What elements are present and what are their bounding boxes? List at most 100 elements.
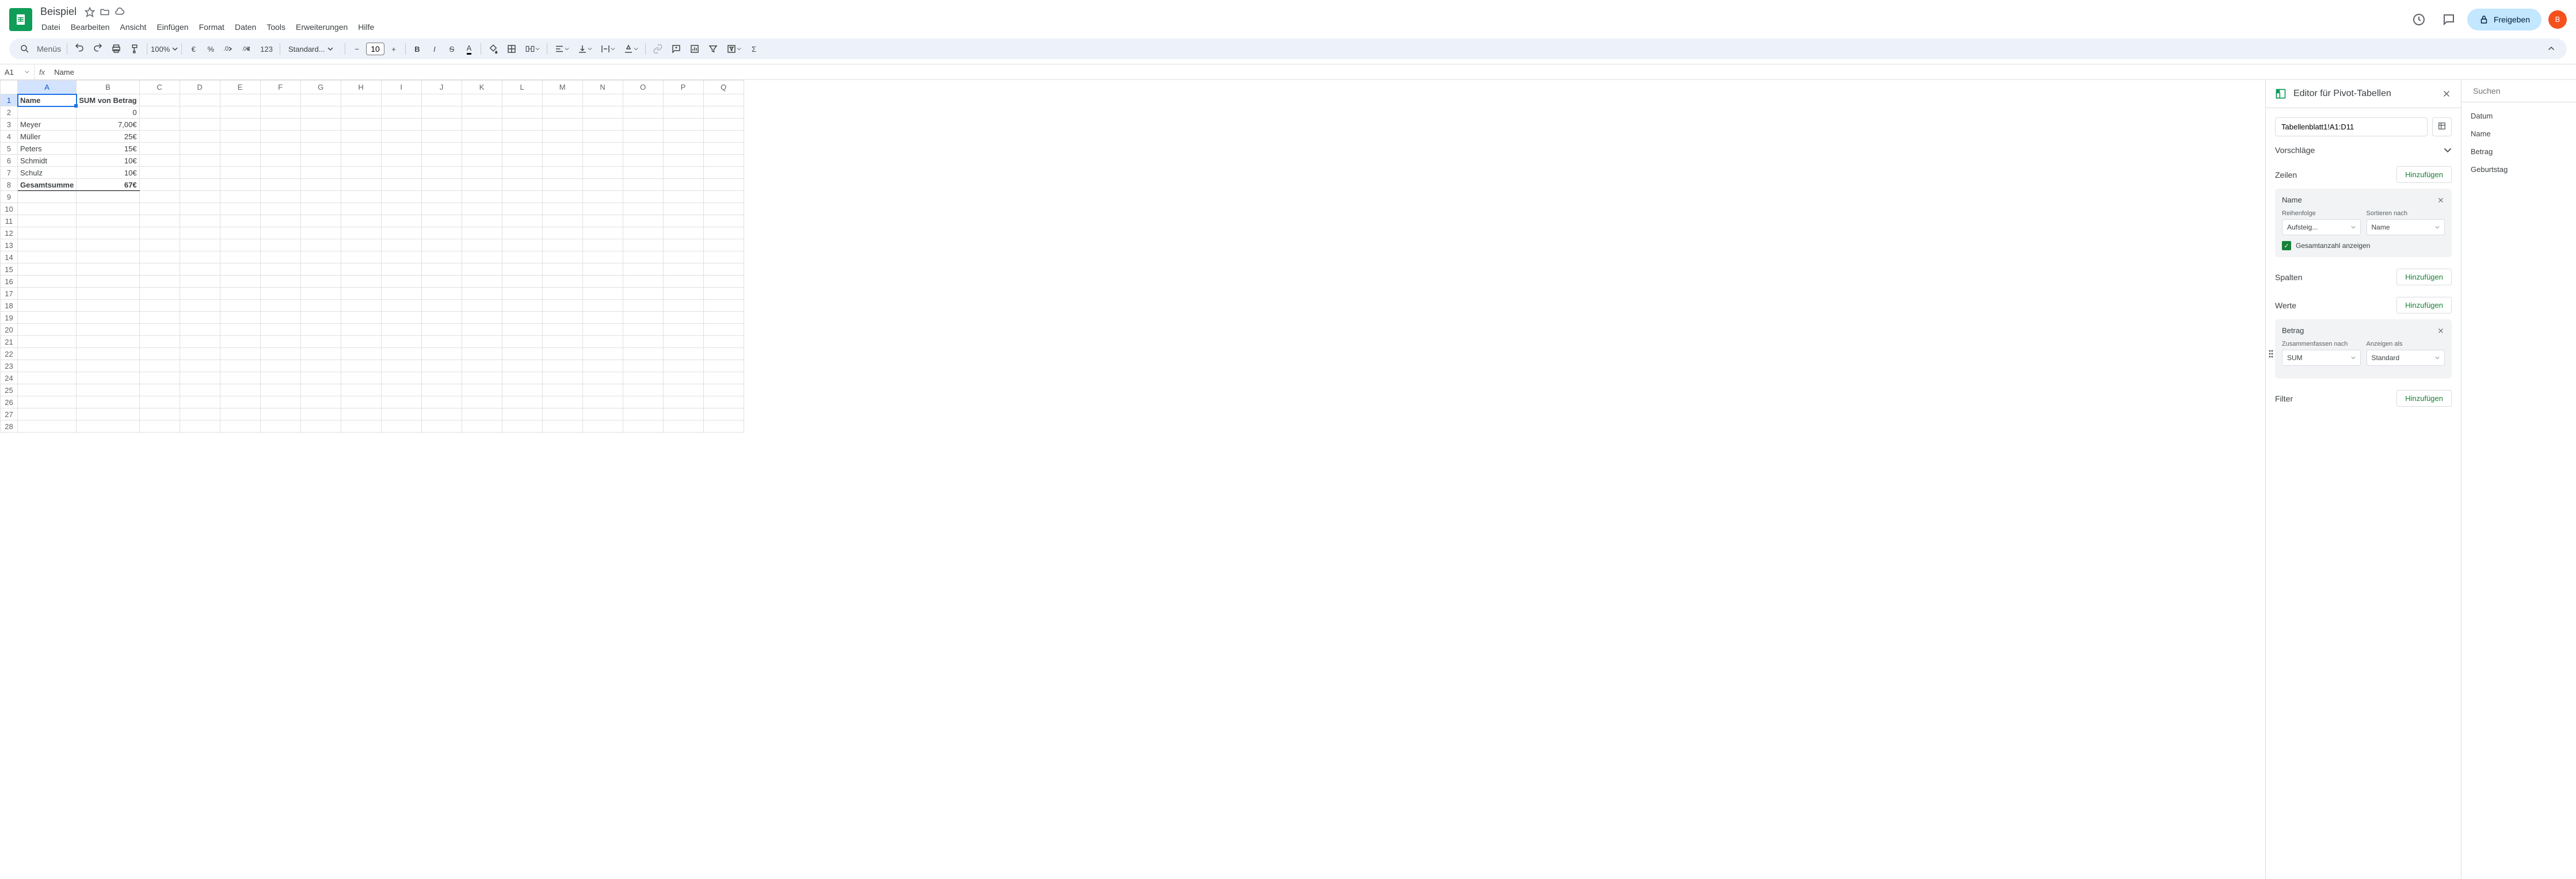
- cell[interactable]: [180, 119, 220, 131]
- cell[interactable]: [663, 276, 703, 288]
- cell[interactable]: [703, 288, 744, 300]
- cell[interactable]: [381, 131, 421, 143]
- row-header[interactable]: 12: [1, 227, 18, 239]
- cell[interactable]: [623, 324, 663, 336]
- close-pivot-button[interactable]: [2441, 89, 2452, 99]
- cell[interactable]: [623, 360, 663, 372]
- cell[interactable]: [502, 312, 542, 324]
- cell[interactable]: [300, 336, 341, 348]
- column-header[interactable]: C: [139, 81, 180, 94]
- cell[interactable]: [381, 119, 421, 131]
- paint-format-button[interactable]: [126, 41, 143, 57]
- cell[interactable]: [300, 215, 341, 227]
- cell[interactable]: [623, 408, 663, 421]
- cell[interactable]: [703, 324, 744, 336]
- cell[interactable]: [502, 300, 542, 312]
- cell[interactable]: [139, 360, 180, 372]
- cell[interactable]: [703, 179, 744, 191]
- cell[interactable]: [260, 227, 300, 239]
- cell[interactable]: [300, 360, 341, 372]
- spreadsheet-grid[interactable]: ABCDEFGHIJKLMNOPQ1NameSUM von Betrag203M…: [0, 80, 2265, 879]
- cell[interactable]: [77, 203, 139, 215]
- cell[interactable]: [542, 324, 582, 336]
- cell[interactable]: [260, 131, 300, 143]
- cell[interactable]: [462, 312, 502, 324]
- cell[interactable]: [663, 131, 703, 143]
- cell[interactable]: [663, 106, 703, 119]
- column-header[interactable]: F: [260, 81, 300, 94]
- cell[interactable]: [180, 372, 220, 384]
- cell[interactable]: [502, 131, 542, 143]
- cell[interactable]: [381, 191, 421, 203]
- history-icon[interactable]: [2407, 8, 2430, 31]
- cell[interactable]: [381, 288, 421, 300]
- text-rotation-button[interactable]: [620, 41, 642, 57]
- cell[interactable]: [623, 143, 663, 155]
- name-box[interactable]: A1: [0, 64, 35, 79]
- cell[interactable]: Name: [18, 94, 77, 106]
- cell[interactable]: [300, 167, 341, 179]
- cell[interactable]: [502, 119, 542, 131]
- cell[interactable]: [341, 276, 381, 288]
- cell[interactable]: [77, 421, 139, 433]
- cell[interactable]: [703, 396, 744, 408]
- cell[interactable]: [542, 360, 582, 372]
- cell[interactable]: [260, 143, 300, 155]
- display-as-select[interactable]: Standard: [2367, 350, 2445, 366]
- cell[interactable]: [260, 360, 300, 372]
- cell[interactable]: [462, 251, 502, 263]
- cell[interactable]: [703, 336, 744, 348]
- cell[interactable]: [421, 408, 462, 421]
- cell[interactable]: [502, 288, 542, 300]
- cell[interactable]: [663, 360, 703, 372]
- cell[interactable]: [139, 421, 180, 433]
- column-header[interactable]: O: [623, 81, 663, 94]
- cell[interactable]: [421, 106, 462, 119]
- cell[interactable]: [139, 251, 180, 263]
- cell[interactable]: [260, 119, 300, 131]
- cell[interactable]: [180, 421, 220, 433]
- cell[interactable]: [502, 408, 542, 421]
- menu-datei[interactable]: Datei: [37, 20, 65, 34]
- cell[interactable]: [341, 288, 381, 300]
- cell[interactable]: [77, 239, 139, 251]
- cell[interactable]: [220, 324, 260, 336]
- cell[interactable]: [381, 179, 421, 191]
- cell[interactable]: [260, 336, 300, 348]
- cell[interactable]: [462, 155, 502, 167]
- cell[interactable]: [462, 396, 502, 408]
- cell[interactable]: [18, 324, 77, 336]
- cell[interactable]: [180, 360, 220, 372]
- cell[interactable]: [77, 384, 139, 396]
- cell[interactable]: [300, 155, 341, 167]
- cell[interactable]: [502, 167, 542, 179]
- cell[interactable]: [542, 179, 582, 191]
- menu-format[interactable]: Format: [195, 20, 229, 34]
- cell[interactable]: [502, 239, 542, 251]
- cell[interactable]: [77, 276, 139, 288]
- cell[interactable]: [703, 106, 744, 119]
- cell[interactable]: [663, 408, 703, 421]
- cell[interactable]: [623, 384, 663, 396]
- select-all-corner[interactable]: [1, 81, 18, 94]
- cell[interactable]: [421, 251, 462, 263]
- cell[interactable]: [703, 348, 744, 360]
- cell[interactable]: [77, 215, 139, 227]
- cell[interactable]: [260, 155, 300, 167]
- cell[interactable]: [300, 324, 341, 336]
- row-header[interactable]: 17: [1, 288, 18, 300]
- row-header[interactable]: 19: [1, 312, 18, 324]
- row-header[interactable]: 21: [1, 336, 18, 348]
- cell[interactable]: [180, 94, 220, 106]
- cell[interactable]: [139, 408, 180, 421]
- cell[interactable]: [18, 360, 77, 372]
- cell[interactable]: [300, 421, 341, 433]
- cell[interactable]: [703, 119, 744, 131]
- column-header[interactable]: Q: [703, 81, 744, 94]
- cell[interactable]: [623, 396, 663, 408]
- cell[interactable]: [260, 408, 300, 421]
- cell[interactable]: [582, 167, 623, 179]
- cell[interactable]: [582, 372, 623, 384]
- cell[interactable]: [341, 239, 381, 251]
- row-header[interactable]: 7: [1, 167, 18, 179]
